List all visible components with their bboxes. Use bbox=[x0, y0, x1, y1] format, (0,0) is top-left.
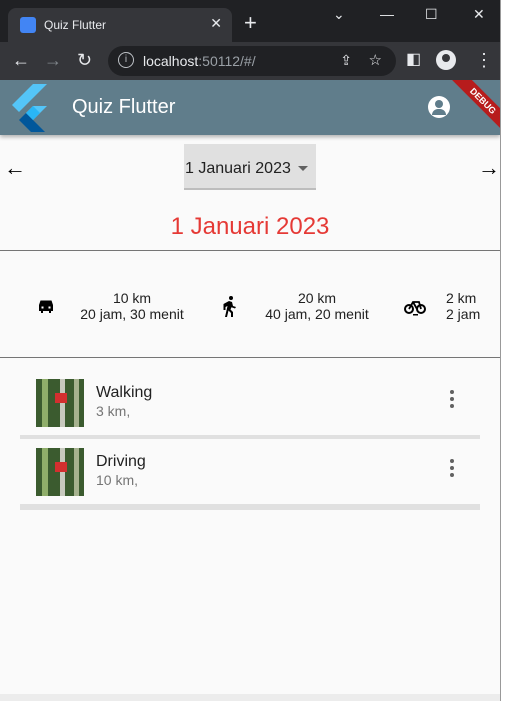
forward-icon[interactable]: → bbox=[44, 50, 62, 70]
app-title: Quiz Flutter bbox=[72, 96, 176, 118]
browser-chrome: Quiz Flutter ✕ + ⌄ — ☐ ✕ ← → ↻ i localho… bbox=[0, 0, 500, 80]
car-icon bbox=[39, 300, 53, 313]
browser-toolbar: ← → ↻ i localhost:50112/#/ ⇪ ☆ ◧ ⋮ bbox=[0, 42, 500, 80]
bookmark-star-icon[interactable]: ☆ bbox=[369, 51, 382, 69]
more-vert-icon[interactable] bbox=[450, 459, 454, 479]
url-text: localhost:50112/#/ bbox=[143, 53, 256, 69]
profile-avatar-icon[interactable] bbox=[436, 50, 456, 70]
debug-banner: DEBUG bbox=[446, 80, 500, 138]
tab-close-icon[interactable]: ✕ bbox=[210, 15, 222, 32]
window-bottom-edge bbox=[0, 694, 500, 701]
maximize-button[interactable]: ☐ bbox=[425, 6, 438, 23]
more-vert-icon[interactable] bbox=[450, 390, 454, 410]
close-window-button[interactable]: ✕ bbox=[473, 6, 485, 23]
divider bbox=[0, 357, 500, 358]
activity-title: Walking bbox=[96, 384, 153, 401]
site-info-icon[interactable]: i bbox=[118, 52, 134, 68]
account-circle-icon[interactable] bbox=[428, 96, 450, 118]
divider bbox=[0, 250, 500, 251]
side-panel-icon[interactable]: ◧ bbox=[406, 50, 421, 70]
date-dropdown[interactable]: 1 Januari 2023 bbox=[184, 144, 316, 190]
bike-icon bbox=[404, 301, 426, 316]
list-item[interactable]: Walking 3 km, bbox=[20, 370, 480, 441]
activity-subtitle: 10 km, bbox=[96, 472, 139, 488]
walk-icon bbox=[223, 296, 236, 317]
summary-car-text: 10 km 20 jam, 30 menit bbox=[80, 290, 184, 322]
summary-walk-text: 20 km 40 jam, 20 menit bbox=[265, 290, 369, 322]
app-bar: Quiz Flutter DEBUG bbox=[0, 80, 500, 138]
activity-subtitle: 3 km, bbox=[96, 403, 131, 419]
date-heading: 1 Januari 2023 bbox=[170, 213, 330, 240]
app-viewport: Quiz Flutter DEBUG ← 1 Januari 2023 → 1 … bbox=[0, 80, 500, 694]
reload-icon[interactable]: ↻ bbox=[77, 50, 92, 70]
previous-day-arrow-icon[interactable]: ← bbox=[4, 156, 26, 180]
summary-bike-text: 2 km 2 jam bbox=[446, 290, 481, 322]
tab-search-icon[interactable]: ⌄ bbox=[333, 6, 345, 23]
activity-title: Driving bbox=[96, 453, 146, 470]
share-icon[interactable]: ⇪ bbox=[340, 52, 352, 69]
back-icon[interactable]: ← bbox=[12, 50, 30, 70]
activity-thumbnail bbox=[36, 379, 84, 427]
selected-date-label: 1 Januari 2023 bbox=[185, 160, 291, 177]
menu-kebab-icon[interactable]: ⋮ bbox=[475, 50, 493, 70]
activity-thumbnail bbox=[36, 448, 84, 496]
address-bar[interactable]: i localhost:50112/#/ ⇪ ☆ bbox=[108, 46, 396, 76]
dropdown-caret-icon bbox=[298, 166, 308, 171]
flutter-logo-icon bbox=[12, 84, 47, 132]
flutter-favicon-icon bbox=[20, 17, 36, 33]
new-tab-button[interactable]: + bbox=[244, 12, 257, 34]
browser-tab[interactable]: Quiz Flutter ✕ bbox=[8, 8, 232, 42]
next-day-arrow-icon[interactable]: → bbox=[478, 156, 500, 180]
background-window-edge bbox=[500, 0, 507, 701]
tab-title: Quiz Flutter bbox=[44, 18, 107, 32]
list-item[interactable]: Driving 10 km, bbox=[20, 439, 480, 510]
minimize-button[interactable]: — bbox=[380, 6, 394, 22]
